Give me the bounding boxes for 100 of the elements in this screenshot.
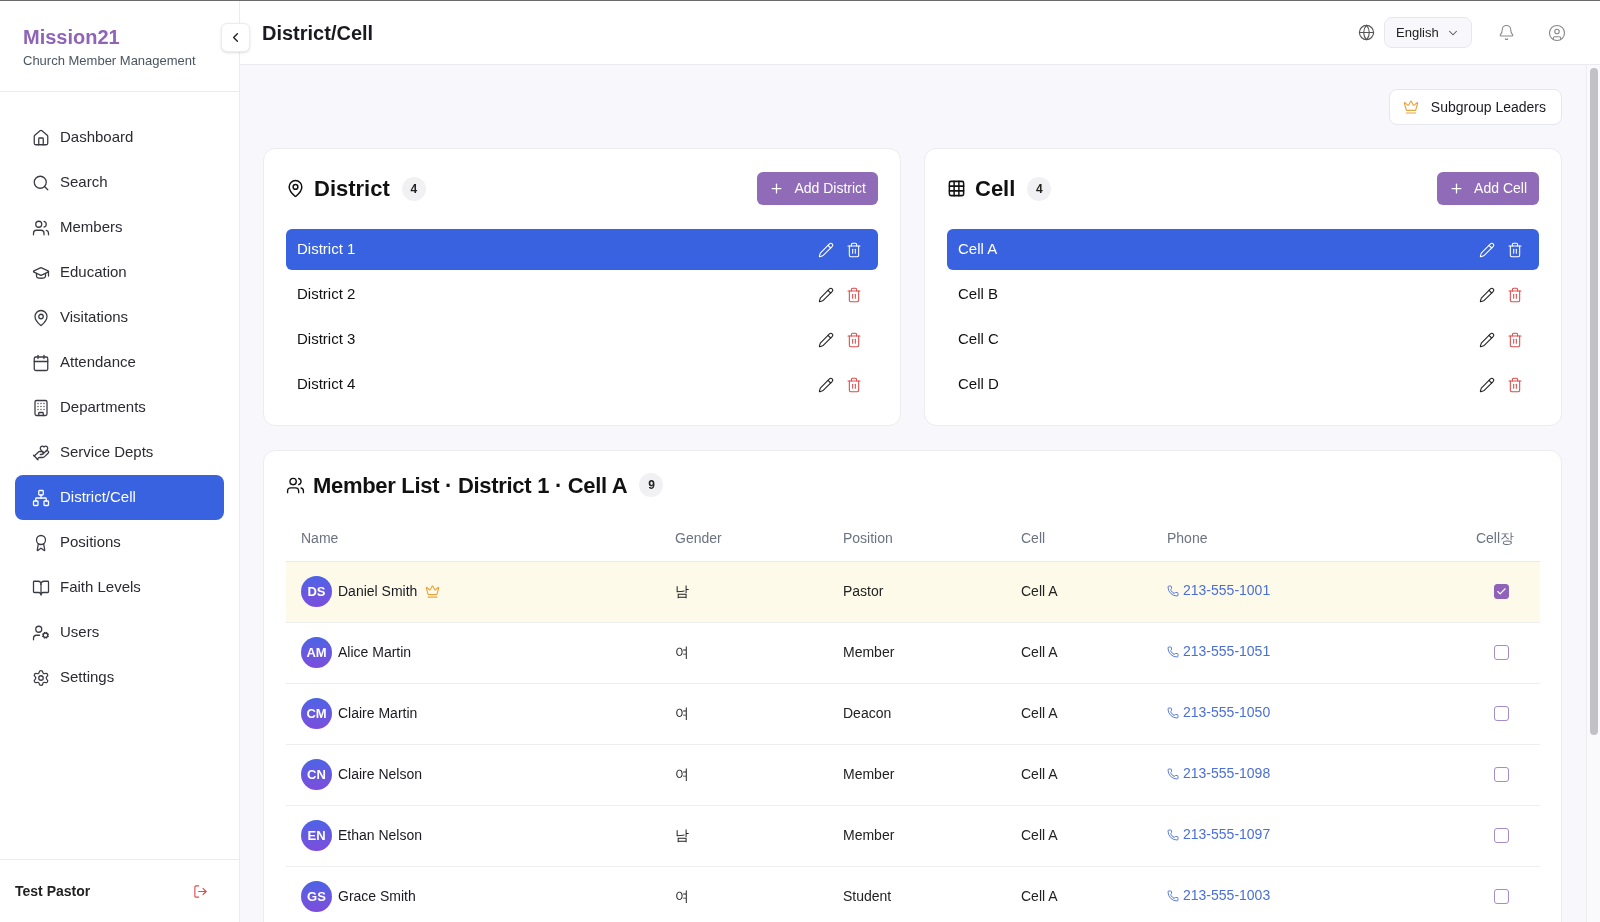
nav-item[interactable]: Dashboard <box>15 115 224 160</box>
list-item[interactable]: District 2 <box>286 274 878 315</box>
trash-icon <box>1507 331 1523 348</box>
brand-title: Mission21 <box>23 25 120 50</box>
table-cell: Student <box>828 866 1006 922</box>
edit-button[interactable] <box>1479 331 1495 348</box>
list-item[interactable]: Cell D <box>947 364 1539 405</box>
profile-button[interactable] <box>1547 22 1567 43</box>
list-item[interactable]: Cell B <box>947 274 1539 315</box>
edit-button[interactable] <box>1479 286 1495 303</box>
checkbox[interactable] <box>1493 645 1509 660</box>
trash-icon <box>846 376 862 393</box>
table-cell: Cell A <box>1006 683 1152 744</box>
pencil-icon <box>1479 241 1495 258</box>
nav-item[interactable]: Visitations <box>15 295 224 340</box>
table-row[interactable]: CN Claire Nelson 여 Member Cell A 213-555-1098 <box>286 744 1540 805</box>
globe-icon[interactable] <box>1358 24 1375 41</box>
table-cell: 여 <box>660 683 828 744</box>
check-icon <box>1495 586 1507 597</box>
table-row[interactable]: CM Claire Martin 여 Deacon Cell A 213-555-1050 <box>286 683 1540 744</box>
delete-button[interactable] <box>1507 241 1523 258</box>
table-cell: Member <box>828 622 1006 683</box>
nav-item[interactable]: Education <box>15 250 224 295</box>
table-row[interactable]: EN Ethan Nelson 남 Member Cell A 213-555-1097 <box>286 805 1540 866</box>
subgroup-leaders-button[interactable]: Subgroup Leaders <box>1388 89 1562 125</box>
map-pin-icon <box>32 308 50 327</box>
nav-item[interactable]: Settings <box>15 655 224 700</box>
checkbox[interactable] <box>1493 706 1509 721</box>
checkbox[interactable] <box>1493 584 1509 599</box>
panel-title: Member List · District 1 · Cell A <box>313 471 628 500</box>
edit-button[interactable] <box>818 376 834 393</box>
edit-button[interactable] <box>1479 376 1495 393</box>
item-label: District 3 <box>297 329 356 350</box>
nav-item[interactable]: Service Depts <box>15 430 224 475</box>
column-header: Position <box>828 517 1006 561</box>
user-circle-icon <box>1548 23 1566 42</box>
user-name: Test Pastor <box>15 881 91 901</box>
avatar: CM <box>301 698 332 729</box>
table-row[interactable]: AM Alice Martin 여 Member Cell A 213-555-1051 <box>286 622 1540 683</box>
table-cell: Member <box>828 805 1006 866</box>
list-item[interactable]: District 3 <box>286 319 878 360</box>
delete-button[interactable] <box>846 376 862 393</box>
item-label: District 2 <box>297 284 356 305</box>
delete-button[interactable] <box>846 286 862 303</box>
checkbox[interactable] <box>1493 767 1509 782</box>
add-button[interactable]: Add District <box>757 172 878 205</box>
nav-item[interactable]: Departments <box>15 385 224 430</box>
nav-item[interactable]: Attendance <box>15 340 224 385</box>
add-button[interactable]: Add Cell <box>1437 172 1539 205</box>
map-pin-icon <box>286 179 305 198</box>
trash-icon <box>846 331 862 348</box>
table-cell: Cell A <box>1006 561 1152 622</box>
table-cell: 여 <box>660 866 828 922</box>
phone-link[interactable]: 213-555-1003 <box>1167 885 1271 906</box>
edit-button[interactable] <box>818 286 834 303</box>
nav-item[interactable]: District/Cell <box>15 475 224 520</box>
calendar-icon <box>32 353 50 372</box>
table-cell: Deacon <box>828 683 1006 744</box>
list-item[interactable]: District 1 <box>286 229 878 270</box>
list-item[interactable]: Cell A <box>947 229 1539 270</box>
delete-button[interactable] <box>846 331 862 348</box>
trash-icon <box>1507 376 1523 393</box>
member-name: Claire Nelson <box>338 765 423 784</box>
nav-item[interactable]: Users <box>15 610 224 655</box>
scrollbar-thumb[interactable] <box>1590 68 1598 735</box>
phone-link[interactable]: 213-555-1097 <box>1167 824 1271 845</box>
phone-link[interactable]: 213-555-1098 <box>1167 763 1271 784</box>
delete-button[interactable] <box>1507 376 1523 393</box>
item-label: Cell D <box>958 374 999 395</box>
member-name: Alice Martin <box>338 643 412 662</box>
phone-link[interactable]: 213-555-1051 <box>1167 641 1271 662</box>
table-row[interactable]: DS Daniel Smith 남 Pastor Cell A 213-555-1001 <box>286 561 1540 622</box>
grid-icon <box>947 179 966 198</box>
settings-icon <box>32 668 50 687</box>
checkbox[interactable] <box>1493 828 1509 843</box>
nav-item[interactable]: Search <box>15 160 224 205</box>
member-name: Daniel Smith <box>338 582 418 601</box>
column-header: Phone <box>1152 517 1450 561</box>
column-header: Cell장 <box>1450 517 1540 561</box>
open-book-icon <box>32 578 50 597</box>
language-select[interactable]: English <box>1384 17 1472 48</box>
delete-button[interactable] <box>846 241 862 258</box>
delete-button[interactable] <box>1507 331 1523 348</box>
house-icon <box>32 128 50 147</box>
nav-item[interactable]: Positions <box>15 520 224 565</box>
checkbox[interactable] <box>1493 889 1509 904</box>
phone-icon <box>1167 767 1179 780</box>
phone-icon <box>1167 645 1179 658</box>
list-item[interactable]: District 4 <box>286 364 878 405</box>
collapse-button[interactable] <box>221 23 250 52</box>
delete-button[interactable] <box>1507 286 1523 303</box>
phone-link[interactable]: 213-555-1050 <box>1167 702 1271 723</box>
nav-item[interactable]: Members <box>15 205 224 250</box>
phone-link[interactable]: 213-555-1001 <box>1167 580 1271 601</box>
edit-button[interactable] <box>818 331 834 348</box>
list-item[interactable]: Cell C <box>947 319 1539 360</box>
pencil-icon <box>818 376 834 393</box>
nav-item[interactable]: Faith Levels <box>15 565 224 610</box>
network-icon <box>32 488 50 507</box>
avatar: GS <box>301 881 332 912</box>
